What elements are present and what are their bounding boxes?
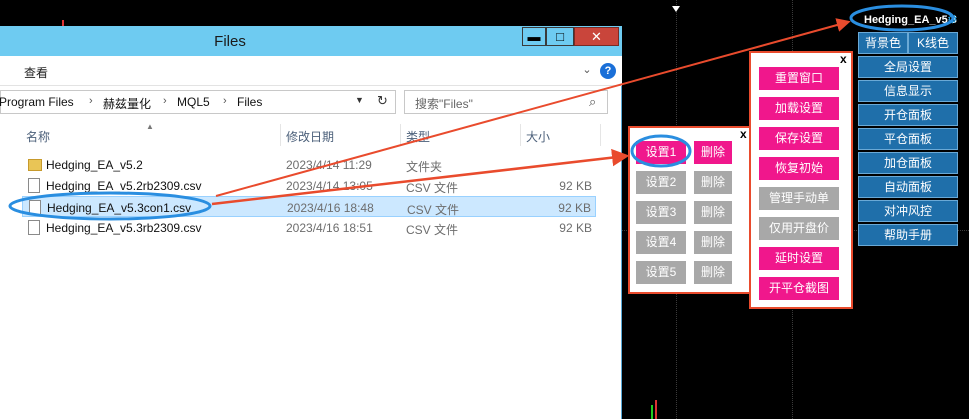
menu-view[interactable]: 查看 [24,64,48,81]
file-name: Hedging_EA_v5.2 [46,158,143,172]
ea-name-label[interactable]: Hedging_EA_v5.3 [864,14,957,26]
background-color-button[interactable]: 背景色 [858,32,908,54]
file-name: Hedging_EA_v5.3rb2309.csv [46,221,202,235]
file-name: Hedging_EA_v5.3con1.csv [47,201,192,215]
trade-screenshot-button[interactable]: 开平仓截图 [759,277,839,300]
help-manual-button[interactable]: 帮助手册 [858,224,958,246]
close-icon[interactable]: x [740,127,747,141]
minimize-button[interactable]: ▬ [522,27,546,46]
maximize-button[interactable]: □ [546,27,574,46]
search-placeholder: 搜索"Files" [415,97,473,111]
breadcrumb-item[interactable]: 赫兹量化 [103,95,151,112]
ribbon-bar: 查看 ⌄ ? [0,56,622,86]
global-settings-button[interactable]: 全局设置 [858,56,958,78]
file-type: CSV 文件 [406,223,459,237]
folder-icon [28,159,42,171]
file-row-selected[interactable]: Hedging_EA_v5.3con1.csv 2023/4/16 18:48 … [22,196,596,217]
file-size: 92 KB [559,221,592,235]
delete-setting-2-button[interactable]: 删除 [694,171,732,194]
load-setting-5-button[interactable]: 设置5 [636,261,686,284]
file-icon [28,220,40,235]
delay-settings-button[interactable]: 延时设置 [759,247,839,270]
open-position-panel-button[interactable]: 开仓面板 [858,104,958,126]
load-setting-1-button[interactable]: 设置1 [636,141,686,164]
chart-candle [655,400,657,419]
hedge-risk-button[interactable]: 对冲风控 [858,200,958,222]
column-header-size[interactable]: 大小 [526,128,550,145]
file-date: 2023/4/16 18:51 [286,221,373,235]
address-bar[interactable]: Program Files › 赫兹量化 › MQL5 › Files ▼ ↻ [0,90,396,114]
saved-settings-panel: x 设置1 删除 设置2 删除 设置3 删除 设置4 删除 设置5 删除 [628,126,752,294]
window-title: Files [214,33,246,50]
chevron-right-icon: › [163,95,167,107]
delete-setting-4-button[interactable]: 删除 [694,231,732,254]
title-bar[interactable]: Files ▬ □ ✕ [0,26,622,56]
file-name: Hedging_EA_v5.2rb2309.csv [46,179,202,193]
chart-period-marker [672,6,680,12]
chart-candle [651,405,653,419]
file-icon [29,200,41,215]
file-date: 2023/4/14 11:29 [286,158,372,172]
column-divider[interactable] [520,124,521,146]
load-setting-2-button[interactable]: 设置2 [636,171,686,194]
help-icon[interactable]: ? [600,63,616,79]
file-row[interactable]: Hedging_EA_v5.3rb2309.csv 2023/4/16 18:5… [22,217,596,238]
file-size: 92 KB [558,201,591,215]
search-input[interactable]: 搜索"Files" ⌕ [404,90,608,114]
delete-setting-5-button[interactable]: 删除 [694,261,732,284]
column-divider[interactable] [400,124,401,146]
load-setting-4-button[interactable]: 设置4 [636,231,686,254]
manage-manual-orders-button[interactable]: 管理手动单 [759,187,839,210]
info-display-button[interactable]: 信息显示 [858,80,958,102]
restore-defaults-button[interactable]: 恢复初始 [759,157,839,180]
column-divider[interactable] [280,124,281,146]
column-header-name[interactable]: 名称 [26,128,50,145]
add-position-panel-button[interactable]: 加仓面板 [858,152,958,174]
close-position-panel-button[interactable]: 平仓面板 [858,128,958,150]
file-type: 文件夹 [406,160,443,174]
close-icon[interactable]: x [840,52,847,66]
open-price-only-button[interactable]: 仅用开盘价 [759,217,839,240]
chevron-right-icon: › [89,95,93,107]
chevron-right-icon: › [223,95,227,107]
close-button[interactable]: ✕ [574,27,619,46]
breadcrumb-item[interactable]: Program Files [0,95,74,109]
delete-setting-3-button[interactable]: 删除 [694,201,732,224]
file-date: 2023/4/14 13:05 [286,179,373,193]
refresh-icon[interactable]: ↻ [377,93,388,109]
sort-up-icon: ▲ [146,122,154,131]
breadcrumb-item[interactable]: Files [237,95,262,109]
chevron-down-icon[interactable]: ⌄ [580,63,594,77]
candle-color-button[interactable]: K线色 [908,32,958,54]
save-settings-button[interactable]: 保存设置 [759,127,839,150]
auto-panel-button[interactable]: 自动面板 [858,176,958,198]
column-header-row: ▲ 名称 修改日期 类型 大小 [0,122,622,146]
file-row[interactable]: Hedging_EA_v5.2rb2309.csv 2023/4/14 13:0… [22,175,596,196]
gear-icon[interactable]: ⚙ [947,12,958,26]
reset-window-button[interactable]: 重置窗口 [759,67,839,90]
file-type: CSV 文件 [406,181,459,195]
column-header-type[interactable]: 类型 [406,128,430,145]
file-size: 92 KB [559,179,592,193]
column-divider[interactable] [600,124,601,146]
file-type: CSV 文件 [407,203,460,217]
search-icon: ⌕ [589,94,597,109]
file-explorer-window: Files ▬ □ ✕ 查看 ⌄ ? Program Files › 赫兹量化 … [0,26,622,419]
chevron-down-icon[interactable]: ▼ [355,95,364,105]
column-header-date[interactable]: 修改日期 [286,128,334,145]
file-icon [28,178,40,193]
load-settings-button[interactable]: 加载设置 [759,97,839,120]
settings-menu-panel: x 重置窗口 加载设置 保存设置 恢复初始 管理手动单 仅用开盘价 延时设置 开… [749,51,853,309]
delete-setting-1-button[interactable]: 删除 [694,141,732,164]
file-row[interactable]: Hedging_EA_v5.2 2023/4/14 11:29 文件夹 [22,154,596,175]
file-date: 2023/4/16 18:48 [287,201,374,215]
load-setting-3-button[interactable]: 设置3 [636,201,686,224]
breadcrumb-item[interactable]: MQL5 [177,95,210,109]
